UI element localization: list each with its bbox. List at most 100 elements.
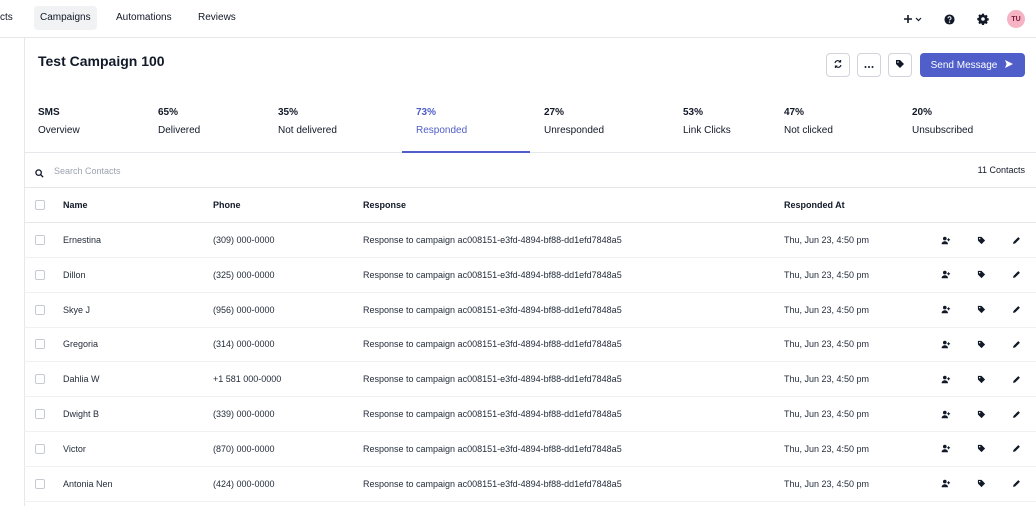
user-menu[interactable]: TU [1007,0,1025,38]
stat-label: Not delivered [278,125,337,136]
stat-label: Not clicked [784,125,833,136]
pencil-icon[interactable] [1010,443,1022,455]
contact-name[interactable]: Dahlia W [63,374,100,384]
table-row[interactable]: Dwight B (339) 000-0000 Response to campai… [24,397,1036,432]
column-header-responded-at[interactable]: Responded At [784,200,845,210]
table-row[interactable]: Gregoria (314) 000-0000 Response to campai… [24,327,1036,363]
row-checkbox[interactable] [35,374,45,385]
stat-value: 35% [278,107,299,118]
tag-icon[interactable] [975,443,987,455]
responded-at: Thu, Jun 23, 4:50 pm [784,339,870,350]
send-message-button[interactable]: Send Message [920,53,1025,77]
refresh-button[interactable] [826,53,850,77]
search-bar: 11 Contacts [24,153,1036,188]
refresh-icon [833,56,843,74]
contact-response: Response to campaign ac008151-e3fd-4894-… [363,374,622,385]
contact-phone: (956) 000-0000 [213,304,275,315]
stat-label: Link Clicks [683,125,731,136]
contact-name[interactable]: Skye J [63,305,90,315]
user-plus-icon[interactable] [940,304,952,316]
contact-phone: (309) 000-0000 [213,235,275,245]
contact-name[interactable]: Antonia Nen [63,479,113,489]
pencil-icon[interactable] [1010,338,1022,350]
stat-label: Unresponded [544,125,605,136]
stat-label: Overview [38,125,80,136]
row-checkbox[interactable] [35,339,45,350]
tag-icon[interactable] [975,269,987,281]
pencil-icon[interactable] [1010,304,1022,316]
stat-value: 27% [544,107,565,118]
table-header: Name Phone Response Responded At [24,188,1036,223]
settings-button[interactable] [973,0,993,38]
pencil-icon[interactable] [1010,478,1022,490]
row-checkbox[interactable] [35,235,45,245]
table-row[interactable]: Antonia Nen (424) 000-0000 Response to cam… [24,467,1036,502]
select-all-checkbox[interactable] [35,200,45,210]
table-row[interactable]: Ernestina (309) 000-0000 Response to campa… [24,223,1036,258]
more-horizontal-icon [864,56,874,74]
user-plus-icon[interactable] [940,478,952,490]
contact-phone: (314) 000-0000 [213,339,275,350]
contact-name[interactable]: Gregoria [63,339,98,349]
more-options-button[interactable] [857,53,881,77]
contact-response: Response to campaign ac008151-e3fd-4894-… [363,269,622,280]
pencil-icon[interactable] [1010,269,1022,281]
contact-name[interactable]: Ernestina [63,235,101,245]
search-input[interactable] [54,162,354,179]
search-icon [35,165,44,183]
contact-name[interactable]: Dwight B [63,409,99,419]
contact-response: Response to campaign ac008151-e3fd-4894-… [363,304,622,315]
tag-icon[interactable] [975,234,987,246]
nav-item-automations[interactable]: Automations [110,6,178,30]
user-plus-icon[interactable] [940,234,952,246]
nav-item-campaigns[interactable]: Campaigns [34,6,97,30]
row-checkbox[interactable] [35,304,45,315]
contact-name[interactable]: Victor [63,444,86,454]
responded-at: Thu, Jun 23, 4:50 pm [784,478,870,489]
page-title: Test Campaign 100 [38,53,165,69]
user-plus-icon[interactable] [940,373,952,385]
contact-phone: (424) 000-0000 [213,478,275,489]
avatar: TU [1007,10,1025,28]
nav-item-reviews[interactable]: Reviews [192,6,242,30]
table-row[interactable]: Skye J (956) 000-0000 Response to campaign… [24,293,1036,328]
tag-icon[interactable] [975,478,987,490]
tag-icon [895,56,905,74]
row-checkbox[interactable] [35,409,45,419]
tag-icon[interactable] [975,408,987,420]
table-row[interactable]: Dillon (325) 000-0000 Response to campaign… [24,258,1036,293]
column-header-response[interactable]: Response [363,200,406,210]
responded-at: Thu, Jun 23, 4:50 pm [784,409,870,419]
send-icon [1004,59,1014,72]
contact-response: Response to campaign ac008151-e3fd-4894-… [363,443,622,454]
row-checkbox[interactable] [35,443,45,454]
add-menu-button[interactable] [902,0,922,38]
tag-icon[interactable] [975,304,987,316]
tag-icon[interactable] [975,338,987,350]
contact-name[interactable]: Dillon [63,270,86,280]
column-header-name[interactable]: Name [63,200,88,210]
user-plus-icon[interactable] [940,338,952,350]
pencil-icon[interactable] [1010,408,1022,420]
row-checkbox[interactable] [35,269,45,280]
responded-at: Thu, Jun 23, 4:50 pm [784,304,870,315]
responded-at: Thu, Jun 23, 4:50 pm [784,269,870,280]
pencil-icon[interactable] [1010,234,1022,246]
row-checkbox[interactable] [35,478,45,489]
user-plus-icon[interactable] [940,443,952,455]
user-plus-icon[interactable] [940,408,952,420]
nav-item-contacts[interactable]: cts [0,6,19,30]
stat-value: 73% [416,107,437,118]
table-row[interactable]: Dahlia W +1 581 000-0000 Response to campa… [24,362,1036,398]
help-button[interactable] [939,0,959,38]
user-plus-icon[interactable] [940,269,952,281]
tag-icon[interactable] [975,373,987,385]
table-row[interactable]: Victor (870) 000-0000 Response to campaign… [24,432,1036,467]
gear-icon [973,9,993,29]
tag-button[interactable] [888,53,912,77]
stat-value: 53% [683,107,704,118]
column-header-phone[interactable]: Phone [213,200,241,210]
send-message-label: Send Message [930,59,998,71]
contact-phone: +1 581 000-0000 [213,374,282,385]
pencil-icon[interactable] [1010,373,1022,385]
